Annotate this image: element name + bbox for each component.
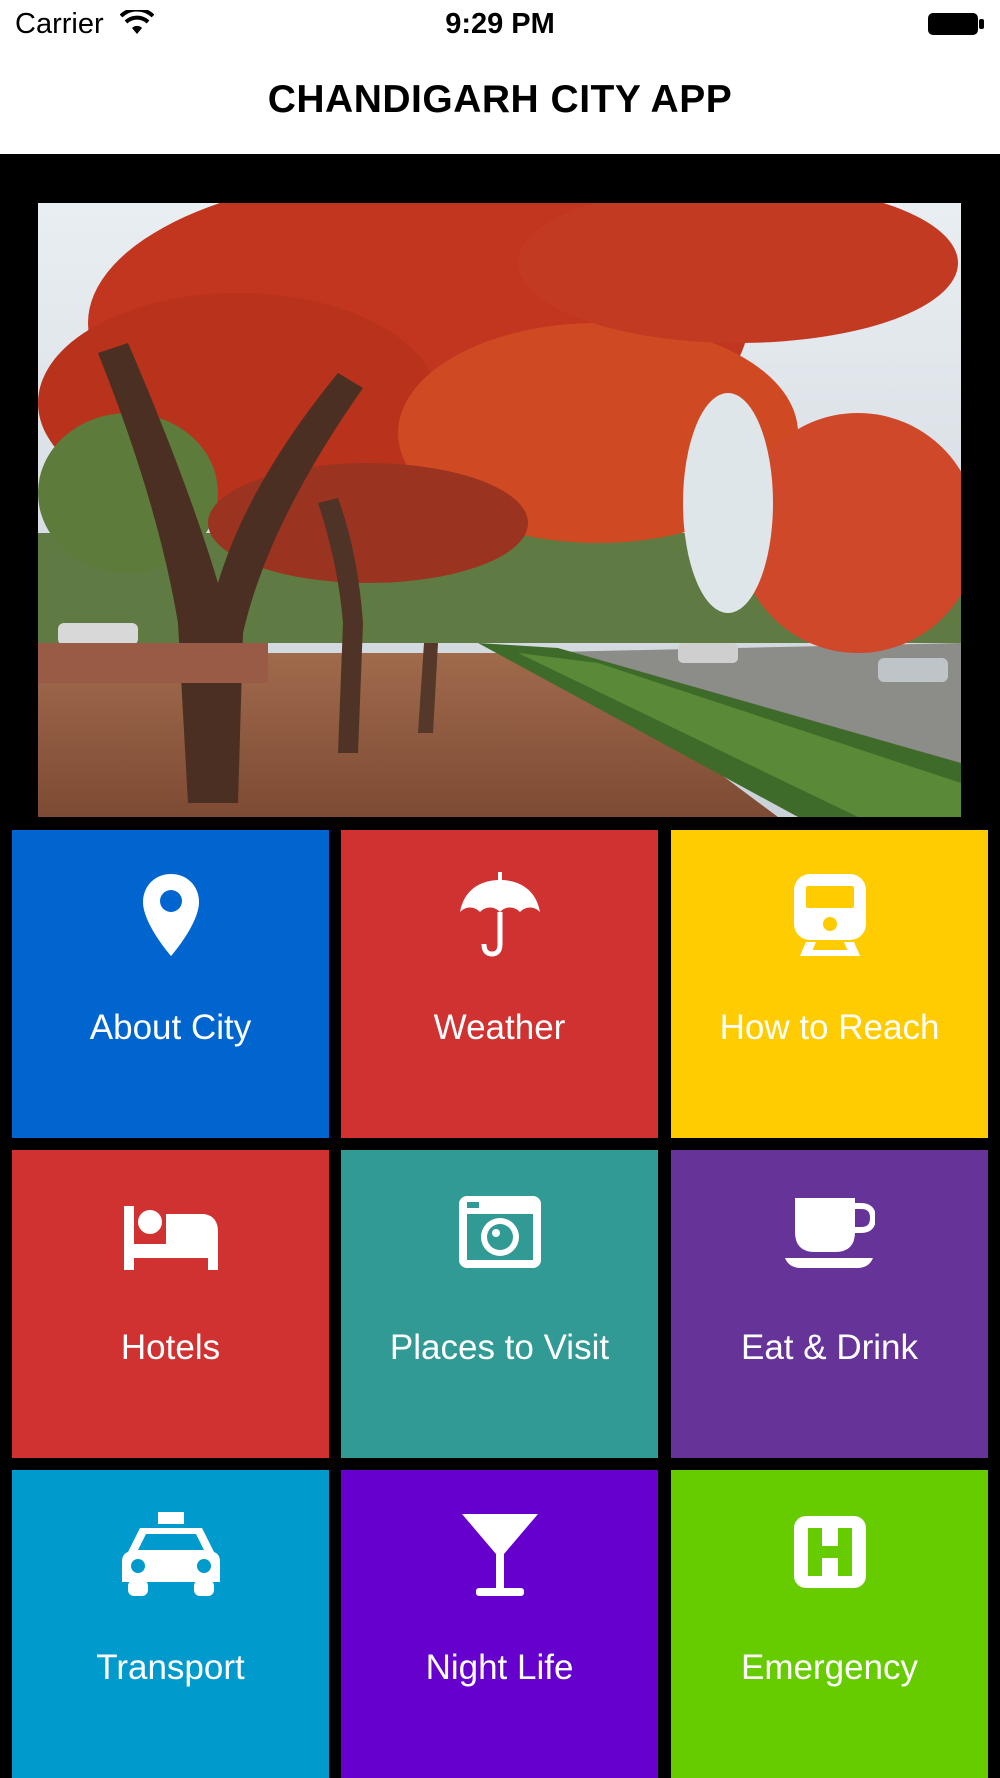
tile-about-city[interactable]: About City (12, 830, 329, 1138)
hero-photo-trees (38, 203, 961, 817)
tile-transport[interactable]: Transport (12, 1470, 329, 1778)
navigation-bar: CHANDIGARH CITY APP (0, 50, 1000, 154)
app-screen: Carrier 9:29 PM CHANDIGARH CITY APP Abou… (0, 0, 1000, 1778)
hero-image (38, 203, 961, 817)
tile-emergency[interactable]: Emergency (671, 1470, 988, 1778)
tile-label: Weather (433, 1008, 566, 1047)
page-title: CHANDIGARH CITY APP (267, 78, 733, 121)
camera-icon (341, 1192, 658, 1278)
battery-icon (928, 13, 984, 35)
cocktail-icon (341, 1512, 658, 1598)
hospital-icon (671, 1512, 988, 1598)
clock-time: 9:29 PM (445, 8, 555, 40)
tile-night-life[interactable]: Night Life (341, 1470, 658, 1778)
status-bar: Carrier 9:29 PM (0, 0, 1000, 50)
bed-icon (12, 1192, 329, 1278)
tile-hotels[interactable]: Hotels (12, 1150, 329, 1458)
train-icon (671, 872, 988, 958)
tile-eat-drink[interactable]: Eat & Drink (671, 1150, 988, 1458)
tile-label: Transport (96, 1648, 245, 1687)
tile-label: Emergency (740, 1648, 919, 1687)
tile-weather[interactable]: Weather (341, 830, 658, 1138)
tile-label: Night Life (425, 1648, 574, 1687)
tile-label: How to Reach (719, 1008, 940, 1047)
map-pin-icon (12, 872, 329, 958)
taxi-icon (12, 1512, 329, 1598)
tile-label: Places to Visit (389, 1328, 610, 1367)
umbrella-icon (341, 872, 658, 958)
tile-label: About City (89, 1008, 252, 1047)
tile-how-to-reach[interactable]: How to Reach (671, 830, 988, 1138)
coffee-cup-icon (671, 1192, 988, 1278)
tile-places-to-visit[interactable]: Places to Visit (341, 1150, 658, 1458)
tile-label: Eat & Drink (741, 1328, 918, 1367)
tile-label: Hotels (120, 1328, 221, 1367)
